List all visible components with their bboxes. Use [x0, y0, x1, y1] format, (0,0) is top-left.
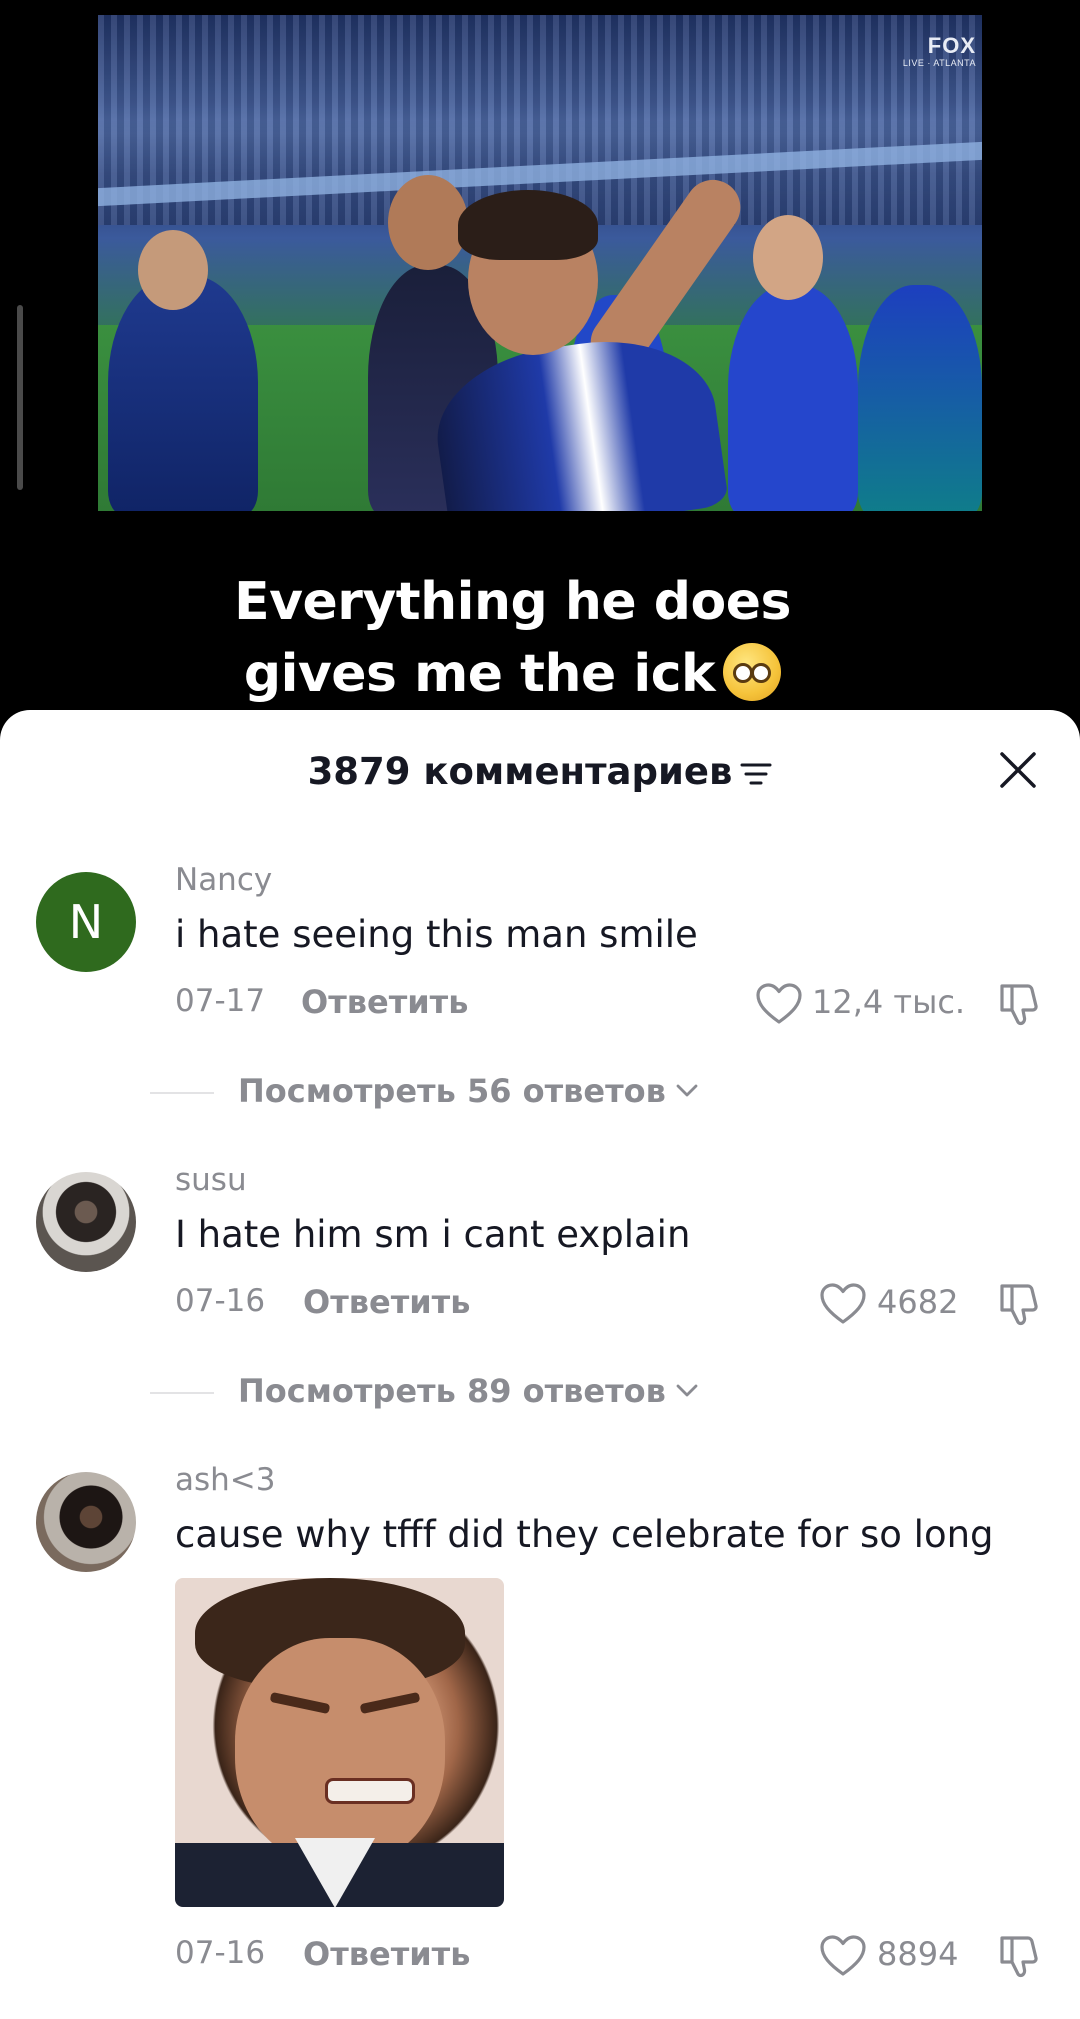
comment-username[interactable]: susu	[175, 1162, 247, 1198]
heart-icon[interactable]	[819, 1282, 867, 1326]
view-replies-label: Посмотреть 89 ответов	[238, 1372, 666, 1410]
comment-text: cause why tfff did they celebrate for so…	[175, 1513, 994, 1556]
player-head	[388, 175, 468, 270]
comment-date: 07-16	[175, 1283, 266, 1319]
close-icon[interactable]	[996, 748, 1040, 792]
comment-text: i hate seeing this man smile	[175, 913, 698, 956]
comment-sticker-image[interactable]	[175, 1578, 504, 1907]
player-head	[753, 215, 823, 300]
comments-count-title: 3879 комментариев	[307, 750, 733, 793]
chevron-down-icon	[676, 1084, 698, 1097]
like-count: 4682	[877, 1283, 959, 1321]
scroll-indicator	[17, 305, 23, 490]
comments-sheet: 3879 комментариев N Nancy i hate seeing …	[0, 710, 1080, 2019]
like-count: 8894	[877, 1935, 959, 1973]
reply-button[interactable]: Ответить	[303, 1283, 470, 1321]
view-replies-button[interactable]: Посмотреть 89 ответов	[150, 1372, 698, 1410]
sticker-face	[235, 1638, 445, 1868]
player-head	[138, 230, 208, 310]
pleading-face-emoji-icon	[723, 643, 782, 701]
like-count: 12,4 тыс.	[812, 983, 966, 1021]
comments-header: 3879 комментариев	[0, 750, 1080, 794]
video-area[interactable]: FOX LIVE · ATLANTA Everything he does gi…	[0, 0, 1080, 720]
main-player-hair	[458, 190, 598, 260]
heart-icon[interactable]	[819, 1934, 867, 1978]
avatar[interactable]	[36, 1172, 136, 1272]
caption-line-2-text: gives me the ick	[243, 644, 716, 704]
sticker-mouth	[325, 1778, 415, 1804]
broadcaster-logo: FOX LIVE · ATLANTA	[903, 35, 976, 68]
view-replies-label: Посмотреть 56 ответов	[238, 1072, 666, 1110]
broadcaster-name: FOX	[927, 33, 976, 58]
caption-line-2: gives me the ick	[0, 638, 1025, 710]
comment-date: 07-17	[175, 983, 266, 1019]
comment-username[interactable]: Nancy	[175, 862, 272, 898]
player-figure	[728, 285, 858, 511]
video-frame[interactable]: FOX LIVE · ATLANTA	[98, 15, 982, 511]
dislike-icon[interactable]	[994, 1932, 1042, 1980]
reply-button[interactable]: Ответить	[303, 1935, 470, 1973]
comment-text: I hate him sm i cant explain	[175, 1213, 691, 1256]
sort-lines-icon[interactable]	[740, 760, 772, 788]
divider	[150, 1092, 214, 1094]
dislike-icon[interactable]	[994, 980, 1042, 1028]
video-caption: Everything he does gives me the ick	[0, 566, 1025, 710]
player-figure	[858, 285, 982, 511]
comment-username[interactable]: ash<3	[175, 1462, 276, 1498]
view-replies-button[interactable]: Посмотреть 56 ответов	[150, 1072, 698, 1110]
caption-line-1: Everything he does	[234, 572, 791, 632]
comment-date: 07-16	[175, 1935, 266, 1971]
reply-button[interactable]: Ответить	[301, 983, 468, 1021]
broadcaster-subtitle: LIVE · ATLANTA	[902, 58, 976, 68]
divider	[150, 1392, 214, 1394]
chevron-down-icon	[676, 1384, 698, 1397]
player-figure	[108, 275, 258, 511]
avatar[interactable]	[36, 1472, 136, 1572]
avatar[interactable]: N	[36, 872, 136, 972]
heart-icon[interactable]	[755, 982, 803, 1026]
dislike-icon[interactable]	[994, 1280, 1042, 1328]
